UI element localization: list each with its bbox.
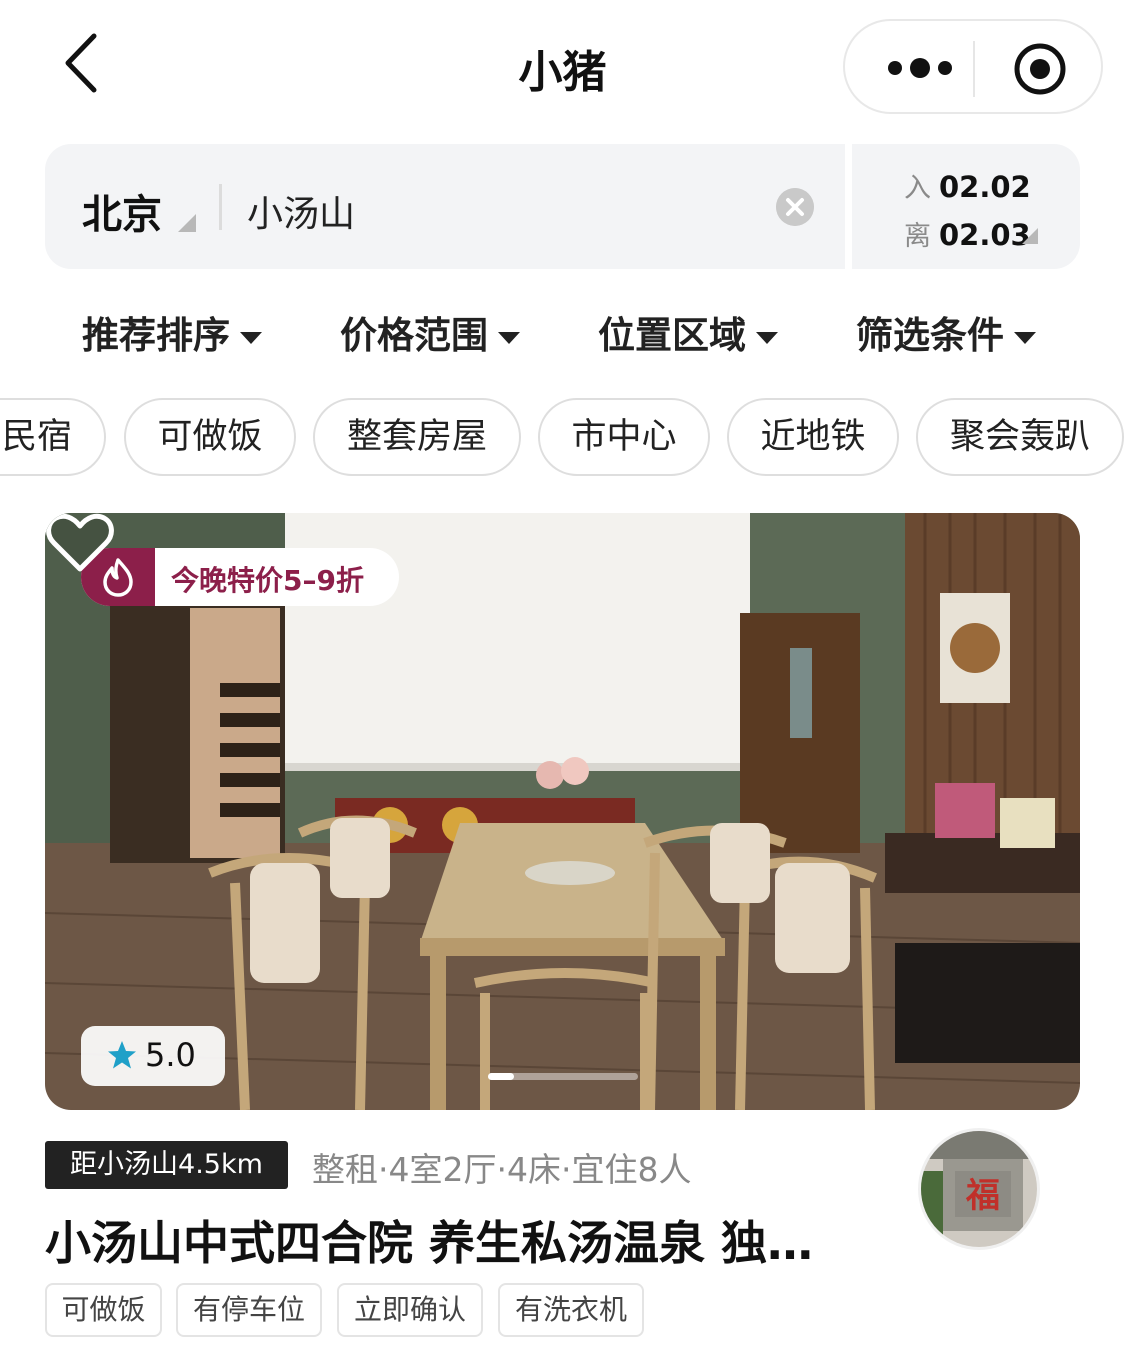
chip-city-center[interactable]: 市中心 — [538, 398, 710, 476]
host-avatar-image: 福 — [921, 1131, 1037, 1247]
checkout-label: 离 — [904, 221, 931, 252]
caret-down-icon — [1014, 331, 1036, 344]
caret-down-icon — [756, 331, 778, 344]
date-selector[interactable]: 入 02.02 离 02.03 — [852, 144, 1080, 269]
filter-label: 推荐排序 — [82, 314, 230, 357]
corner-triangle-icon — [178, 214, 196, 232]
checkin-value: 02.02 — [939, 170, 1031, 204]
checkin-date: 入 02.02 — [904, 166, 1031, 205]
heart-icon[interactable] — [45, 513, 115, 575]
photo-pager-active — [488, 1073, 514, 1080]
checkout-value: 02.03 — [939, 218, 1031, 252]
star-icon — [108, 1041, 136, 1069]
filter-label: 位置区域 — [598, 314, 746, 357]
nav-bar: 小猪 — [0, 0, 1125, 132]
corner-triangle-icon — [1022, 228, 1038, 244]
checkout-date: 离 02.03 — [904, 214, 1031, 253]
caret-down-icon — [240, 331, 262, 344]
more-dots-icon[interactable] — [885, 55, 975, 81]
clear-circle-icon[interactable] — [776, 188, 814, 226]
chip-near-subway[interactable]: 近地铁 — [727, 398, 899, 476]
capsule-divider — [973, 41, 975, 97]
search-input[interactable]: 小汤山 — [247, 185, 355, 237]
filter-label: 价格范围 — [340, 314, 488, 357]
filter-sort[interactable]: 推荐排序 — [82, 305, 262, 359]
distance-badge: 距小汤山4.5km — [45, 1141, 288, 1189]
listing-meta: 整租·4室2厅·4床·宜住8人 — [312, 1150, 692, 1189]
rating-value: 5.0 — [145, 1036, 196, 1074]
svg-text:福: 福 — [965, 1176, 1000, 1216]
search-bar: 北京 小汤山 — [45, 144, 845, 269]
target-circle-icon[interactable] — [1013, 42, 1067, 96]
filter-location[interactable]: 位置区域 — [598, 305, 778, 359]
filter-bar: 推荐排序 价格范围 位置区域 筛选条件 — [0, 305, 1125, 365]
tag-washer: 有洗衣机 — [498, 1283, 644, 1337]
photo-pager — [488, 1073, 638, 1080]
chip-cooking[interactable]: 可做饭 — [124, 398, 296, 476]
tag-cooking: 可做饭 — [45, 1283, 162, 1337]
filter-label: 筛选条件 — [856, 314, 1004, 357]
filter-conditions[interactable]: 筛选条件 — [856, 305, 1036, 359]
quick-filter-chips: 民宿 可做饭 整套房屋 市中心 近地铁 聚会轰趴 — [0, 398, 1125, 478]
rating-badge: 5.0 — [81, 1026, 225, 1086]
tag-parking: 有停车位 — [176, 1283, 322, 1337]
mini-program-capsule — [843, 19, 1103, 114]
listing-photo[interactable]: 今晚特价5–9折 5.0 — [45, 513, 1080, 1110]
caret-down-icon — [498, 331, 520, 344]
deal-text: 今晚特价5–9折 — [171, 564, 364, 597]
deal-badge: 今晚特价5–9折 — [81, 548, 399, 606]
chip-party[interactable]: 聚会轰趴 — [916, 398, 1124, 476]
chip-entire-home[interactable]: 整套房屋 — [313, 398, 521, 476]
city-selector[interactable]: 北京 — [82, 182, 162, 240]
chip-homestay[interactable]: 民宿 — [0, 398, 106, 476]
search-divider — [219, 184, 222, 230]
checkin-label: 入 — [904, 173, 931, 204]
host-avatar[interactable]: 福 — [918, 1128, 1040, 1250]
listing-title[interactable]: 小汤山中式四合院 养生私汤温泉 独… — [45, 1207, 845, 1273]
tag-instant-confirm: 立即确认 — [337, 1283, 483, 1337]
filter-price[interactable]: 价格范围 — [340, 305, 520, 359]
